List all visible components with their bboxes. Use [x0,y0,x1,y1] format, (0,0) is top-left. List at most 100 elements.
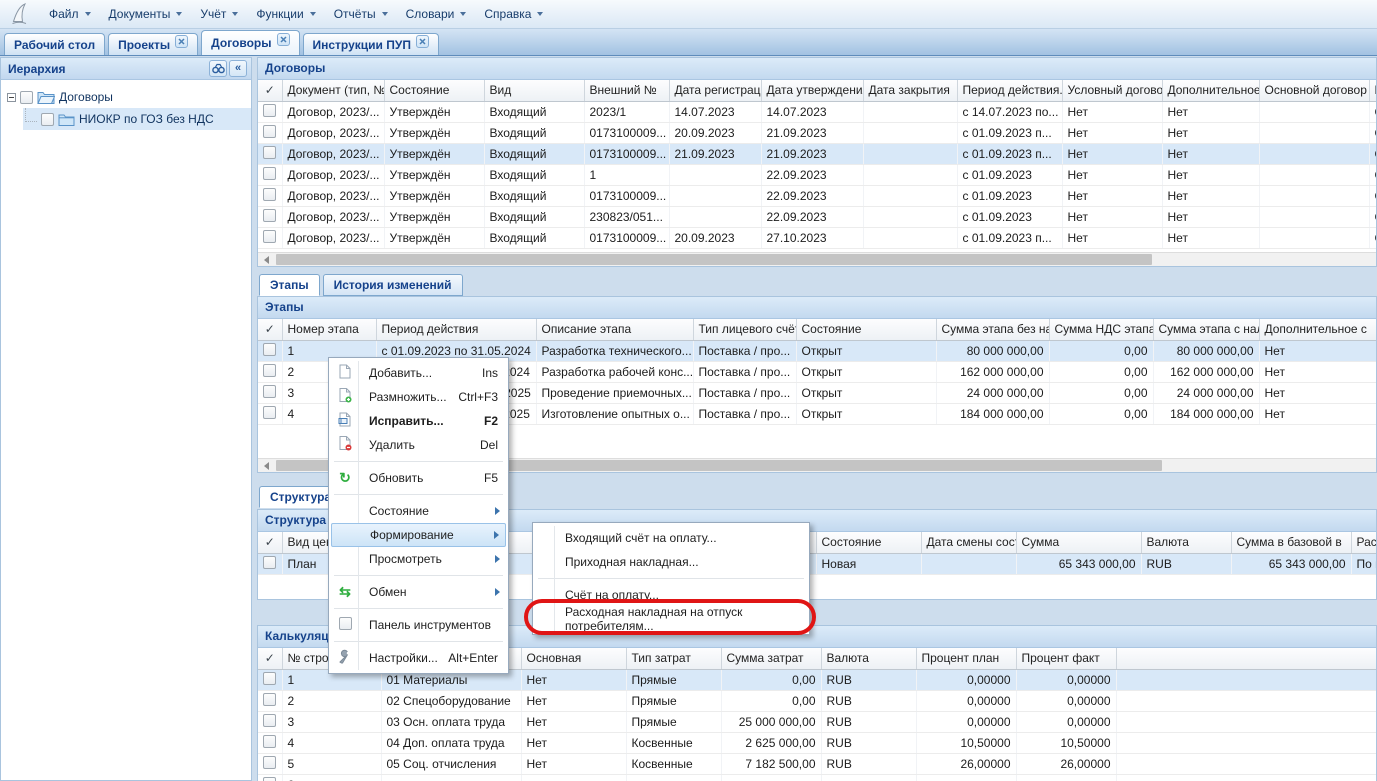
row-checkbox[interactable] [263,406,276,419]
column-header[interactable]: Дата закрытия [863,80,957,101]
scroll-thumb[interactable] [276,254,1152,265]
context-menu-toolbar-panel[interactable]: Панель инструментов [331,613,506,637]
column-header[interactable]: ✓ [258,80,282,101]
column-header[interactable]: Дополнительное с [1259,319,1377,340]
column-header[interactable]: Дата регистрации. [669,80,761,101]
tab-change-history[interactable]: История изменений [323,274,463,296]
column-header[interactable]: Вид [484,80,584,101]
column-header[interactable]: ✓ [258,532,282,553]
column-header[interactable]: Номер этапа [282,319,376,340]
submenu-payment-invoice[interactable]: Счёт на оплату... [535,583,807,607]
menu-functions[interactable]: Функции [247,2,324,26]
collapse-panel-button[interactable]: « [229,60,247,77]
context-menu-add[interactable]: Добавить...Ins [331,361,506,385]
column-header[interactable]: Описание этапа [536,319,693,340]
column-header[interactable]: ✓ [258,648,282,669]
column-header[interactable]: Валюта [821,648,916,669]
context-menu-clone[interactable]: Размножить...Ctrl+F3 [331,385,506,409]
row-checkbox[interactable] [263,230,276,243]
column-header[interactable]: Валюта [1141,532,1231,553]
column-header[interactable]: Тип затрат [626,648,721,669]
submenu-incoming-invoice[interactable]: Входящий счёт на оплату... [535,526,807,550]
column-header[interactable]: Дата смены состоя [921,532,1016,553]
column-header[interactable]: Дата утверждения [761,80,863,101]
column-header[interactable]: Дополнительное с [1162,80,1259,101]
table-row[interactable]: Договор, 2023/...УтверждёнВходящий017310… [258,227,1377,248]
column-header[interactable]: Внешний № [584,80,669,101]
menu-dictionaries[interactable]: Словари [397,2,476,26]
collapse-node-icon[interactable] [7,93,16,102]
table-row[interactable]: 202 СпецоборудованиеНетПрямые0,00RUB0,00… [258,690,1377,711]
row-checkbox[interactable] [263,125,276,138]
column-header[interactable]: Состояние [796,319,936,340]
row-checkbox[interactable] [263,735,276,748]
row-checkbox[interactable] [263,167,276,180]
node-checkbox[interactable] [41,113,54,126]
table-row[interactable]: Договор, 2023/...УтверждёнВходящий017310… [258,185,1377,206]
context-menu-refresh[interactable]: ↻ ОбновитьF5 [331,466,506,490]
column-header[interactable]: Период действия [376,319,536,340]
table-row[interactable]: 505 Соц. отчисленияНетКосвенные7 182 500… [258,753,1377,774]
table-row[interactable]: 404 Доп. оплата трудаНетКосвенные2 625 0… [258,732,1377,753]
context-menu-edit[interactable]: Исправить...F2 [331,409,506,433]
context-menu-settings[interactable]: Настройки...Alt+Enter [331,646,506,670]
menu-file[interactable]: Файл [40,2,100,26]
column-header[interactable]: Сумма этапа без налогов [936,319,1049,340]
row-checkbox[interactable] [263,714,276,727]
scroll-left-icon[interactable] [258,253,275,266]
context-menu-exchange[interactable]: ⇆ Обмен [331,580,506,604]
column-header[interactable]: Сумма в базовой в [1231,532,1351,553]
row-checkbox[interactable] [263,188,276,201]
tab-desktop[interactable]: Рабочий стол [4,33,105,55]
tree-node-selected[interactable]: НИОКР по ГОЗ без НДС [23,108,251,130]
column-header[interactable]: Процент факт [1016,648,1116,669]
menu-help[interactable]: Справка [475,2,552,26]
submenu-receipt-note[interactable]: Приходная накладная... [535,550,807,574]
menu-reports[interactable]: Отчёты [325,2,397,26]
row-checkbox[interactable] [263,146,276,159]
close-tab-icon[interactable] [175,35,188,48]
column-header[interactable]: Период действия.. [957,80,1062,101]
close-tab-icon[interactable] [416,35,429,48]
column-header[interactable]: Процент план [916,648,1016,669]
column-header[interactable]: ✓ [258,319,282,340]
row-checkbox[interactable] [263,104,276,117]
column-header[interactable]: Сумма НДС этапа [1049,319,1153,340]
table-row[interactable]: Договор, 2023/...УтверждёнВходящий017310… [258,122,1377,143]
table-row[interactable]: Договор, 2023/...УтверждёнВходящий2023/1… [258,101,1377,122]
context-menu-delete[interactable]: УдалитьDel [331,433,506,457]
table-row[interactable]: 6 [258,774,1377,781]
column-header[interactable]: Сумма [1016,532,1141,553]
row-checkbox[interactable] [263,209,276,222]
table-row[interactable]: Договор, 2023/...УтверждёнВходящий230823… [258,206,1377,227]
column-header[interactable]: Условный договор [1062,80,1162,101]
row-checkbox[interactable] [263,385,276,398]
column-header[interactable]: Сумма затрат [721,648,821,669]
row-checkbox[interactable] [263,343,276,356]
submenu-expense-note[interactable]: Расходная накладная на отпуск потребител… [535,607,807,631]
row-checkbox[interactable] [263,556,276,569]
column-header[interactable]: Основной договор [1259,80,1369,101]
column-header[interactable] [1116,648,1377,669]
row-checkbox[interactable] [263,777,276,781]
tab-instructions[interactable]: Инструкции ПУП [303,33,439,55]
row-checkbox[interactable] [263,756,276,769]
find-button[interactable] [209,60,227,77]
tab-stages[interactable]: Этапы [259,274,320,296]
column-header[interactable]: Документ (тип, № [282,80,384,101]
column-header[interactable]: Сумма этапа с налогами [1153,319,1259,340]
tab-projects[interactable]: Проекты [108,33,198,55]
tab-contracts[interactable]: Договоры [201,30,299,55]
tree-node-root[interactable]: Договоры [1,86,251,108]
menu-documents[interactable]: Документы [100,2,192,26]
column-header[interactable]: Расчёт ко [1351,532,1377,553]
column-header[interactable]: Тип лицевого счёт [693,319,796,340]
row-checkbox[interactable] [263,364,276,377]
contracts-hscrollbar[interactable] [258,252,1376,266]
menu-accounting[interactable]: Учёт [191,2,247,26]
context-menu-preview[interactable]: Просмотреть [331,547,506,571]
scroll-left-icon[interactable] [258,459,275,472]
node-checkbox[interactable] [20,91,33,104]
row-checkbox[interactable] [263,672,276,685]
table-row[interactable]: Договор, 2023/...УтверждёнВходящий122.09… [258,164,1377,185]
